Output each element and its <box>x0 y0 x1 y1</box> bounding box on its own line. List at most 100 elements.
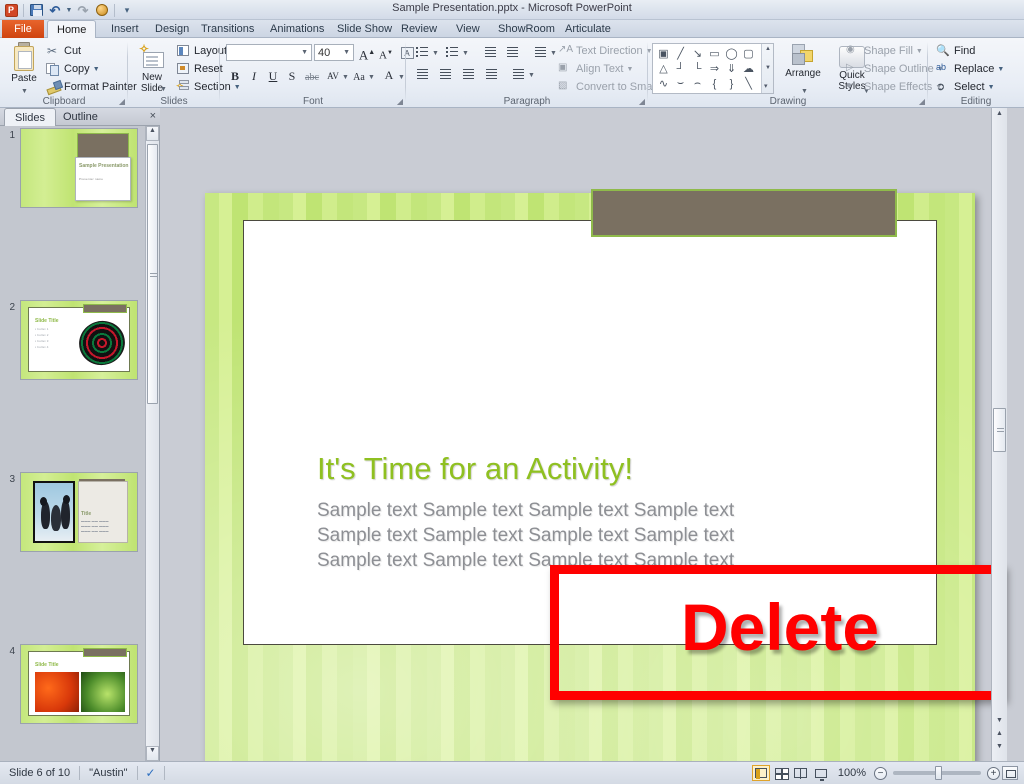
scroll-down-icon[interactable]: ▼ <box>993 717 1006 731</box>
shape-textbox-icon[interactable]: ▣ <box>655 46 672 61</box>
accent-bar[interactable] <box>591 189 897 237</box>
arrange-button[interactable]: Arrange ▼ <box>780 44 826 79</box>
align-left-button[interactable] <box>414 66 431 82</box>
list-item[interactable]: 2 Slide Title ▪ bullet 1 ▪ bullet 2 ▪ bu… <box>0 298 146 384</box>
font-name-combo[interactable]: ▼ <box>226 44 312 61</box>
shape-scribble-icon[interactable]: ∿ <box>655 76 672 91</box>
view-slideshow-button[interactable] <box>812 765 830 781</box>
zoom-out-button[interactable]: − <box>874 767 887 780</box>
underline-button[interactable]: U <box>264 68 282 85</box>
font-dialog-launcher[interactable]: ◢ <box>397 97 403 106</box>
shape-diagonal-line-icon[interactable]: ╲ <box>740 76 757 91</box>
numbering-caret-icon[interactable]: ▼ <box>462 50 469 57</box>
align-right-button[interactable] <box>460 66 477 82</box>
numbering-button[interactable] <box>444 44 461 60</box>
shape-fill-button[interactable]: ◉ Shape Fill ▼ <box>846 44 923 58</box>
zoom-level[interactable]: 100% <box>832 767 872 779</box>
tab-articulate[interactable]: Articulate <box>556 20 620 38</box>
slide-indicator[interactable]: Slide 6 of 10 <box>0 762 79 784</box>
tab-insert[interactable]: Insert <box>102 20 148 38</box>
fit-to-window-button[interactable] <box>1002 766 1018 780</box>
shape-curve-icon[interactable]: ⌣ <box>672 76 689 91</box>
scrollbar-thumb[interactable] <box>993 408 1006 452</box>
format-painter-button[interactable]: Format Painter <box>46 80 137 94</box>
view-normal-button[interactable] <box>752 765 770 781</box>
tab-animations[interactable]: Animations <box>261 20 333 38</box>
view-reading-button[interactable] <box>792 765 810 781</box>
select-button[interactable]: ➲ Select ▼ <box>936 80 995 94</box>
list-item[interactable]: 1 Sample Presentation Presenter name <box>0 126 146 212</box>
list-item[interactable]: 4 Slide Title <box>0 642 146 728</box>
shape-cloud-icon[interactable]: ☁ <box>740 61 757 76</box>
current-slide[interactable]: It's Time for an Activity! Sample text S… <box>205 193 975 778</box>
bold-button[interactable]: B <box>226 68 244 85</box>
slide-thumbnail[interactable]: Slide Title ▪ bullet 1 ▪ bullet 2 ▪ bull… <box>20 300 138 380</box>
spell-check-icon[interactable]: ✓ <box>138 766 164 780</box>
shapes-scrollbar[interactable]: ▲ ▼ ▾ <box>761 44 773 93</box>
previous-slide-icon[interactable]: ▲ <box>993 730 1006 744</box>
change-case-button[interactable]: Aa <box>350 69 368 86</box>
paste-button[interactable]: Paste ▼ <box>4 42 44 84</box>
shape-arrow-icon[interactable]: ↘ <box>689 46 706 61</box>
scroll-up-icon[interactable]: ▲ <box>146 126 159 141</box>
increase-indent-button[interactable] <box>504 44 521 60</box>
shapes-gallery[interactable]: ▣ ╱ ↘ ▭ ◯ ▢ △ ┘ └ ⇒ ⇓ ☁ ∿ ⌣ ⌢ { } <box>652 43 774 94</box>
slide-area-scrollbar[interactable]: ▲ ▼ ▲ ▼ <box>991 108 1007 761</box>
shape-elbow-icon[interactable]: ┘ <box>672 61 689 76</box>
shape-elbow-arrow-icon[interactable]: └ <box>689 61 706 76</box>
reset-button[interactable]: Reset <box>176 62 223 76</box>
slide-thumbnail[interactable]: Title ▬▬▬ ▬▬ ▬▬▬ ▬▬▬ ▬▬ ▬▬▬ ▬▬▬ ▬▬ ▬▬▬ <box>20 472 138 552</box>
shape-arc-icon[interactable]: ⌢ <box>689 76 706 91</box>
tab-home[interactable]: Home <box>47 20 96 39</box>
change-case-caret-icon[interactable]: ▼ <box>368 74 375 81</box>
text-direction-button[interactable]: ↗A Text Direction ▼ <box>558 44 653 58</box>
bullets-button[interactable] <box>414 44 431 60</box>
justify-button[interactable] <box>483 66 500 82</box>
character-spacing-button[interactable]: AV <box>324 68 342 85</box>
decrease-indent-button[interactable] <box>482 44 499 60</box>
scroll-down-icon[interactable]: ▼ <box>146 746 159 761</box>
slide-title-text[interactable]: It's Time for an Activity! <box>317 451 917 487</box>
zoom-slider-thumb[interactable] <box>935 766 942 780</box>
shape-left-brace-icon[interactable]: { <box>706 76 723 91</box>
strikethrough-button[interactable]: abc <box>303 69 321 86</box>
tab-transitions[interactable]: Transitions <box>192 20 263 38</box>
shrink-font-button[interactable]: A▼ <box>377 45 395 62</box>
slide-thumbnail[interactable]: Sample Presentation Presenter name <box>20 128 138 208</box>
theme-name[interactable]: "Austin" <box>80 762 136 784</box>
slide-panel-scrollbar[interactable]: ▲ ▼ <box>145 126 159 761</box>
paragraph-dialog-launcher[interactable]: ◢ <box>639 97 645 106</box>
bullets-caret-icon[interactable]: ▼ <box>432 50 439 57</box>
shape-rounded-rect-icon[interactable]: ▢ <box>740 46 757 61</box>
shape-down-arrow-icon[interactable]: ⇓ <box>723 61 740 76</box>
zoom-slider[interactable] <box>893 771 981 775</box>
clipboard-dialog-launcher[interactable]: ◢ <box>119 97 125 106</box>
tab-showroom[interactable]: ShowRoom <box>489 20 564 38</box>
scroll-up-icon[interactable]: ▲ <box>993 110 1006 124</box>
drawing-dialog-launcher[interactable]: ◢ <box>919 97 925 106</box>
character-spacing-caret-icon[interactable]: ▼ <box>342 74 349 81</box>
close-panel-icon[interactable]: × <box>150 110 156 122</box>
tab-outline[interactable]: Outline <box>53 108 108 126</box>
shape-line-icon[interactable]: ╱ <box>672 46 689 61</box>
view-slide-sorter-button[interactable] <box>772 765 790 781</box>
shape-triangle-icon[interactable]: △ <box>655 61 672 76</box>
shape-rectangle-icon[interactable]: ▭ <box>706 46 723 61</box>
scrollbar-thumb[interactable] <box>147 144 158 404</box>
tab-view[interactable]: View <box>447 20 489 38</box>
shape-oval-icon[interactable]: ◯ <box>723 46 740 61</box>
copy-button[interactable]: Copy ▼ <box>46 62 100 76</box>
replace-button[interactable]: ab Replace ▼ <box>936 62 1004 76</box>
zoom-in-button[interactable]: + <box>987 767 1000 780</box>
line-spacing-button[interactable] <box>532 44 549 60</box>
new-slide-button[interactable]: ✧ New Slide ▼ <box>130 44 174 94</box>
align-text-button[interactable]: ▣ Align Text ▼ <box>558 62 633 76</box>
slide-body-text[interactable]: Sample text Sample text Sample text Samp… <box>317 498 957 573</box>
tab-file[interactable]: File <box>2 20 44 38</box>
grow-font-button[interactable]: A▲ <box>358 44 376 61</box>
slide-thumbnail[interactable]: Slide Title <box>20 644 138 724</box>
find-button[interactable]: 🔍 Find <box>936 44 975 58</box>
columns-caret-icon[interactable]: ▼ <box>528 72 535 79</box>
tab-design[interactable]: Design <box>146 20 198 38</box>
cut-button[interactable]: Cut <box>46 44 81 58</box>
